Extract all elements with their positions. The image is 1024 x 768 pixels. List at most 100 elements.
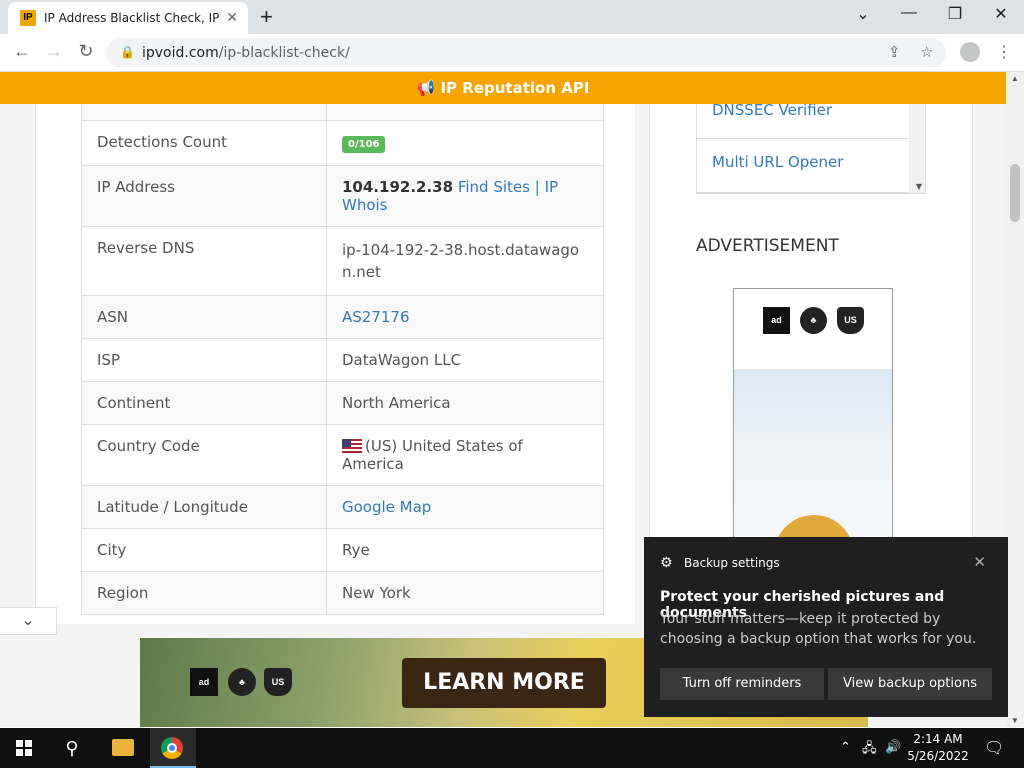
table-key: Latitude / Longitude [81,485,327,529]
table-row: ASN AS27176 [81,295,604,339]
tree-logo-icon: ♣ [228,668,256,696]
turn-off-reminders-button[interactable]: Turn off reminders [660,668,824,700]
window-close-icon[interactable]: ✕ [981,4,1021,24]
table-value: DataWagon LLC [326,338,604,382]
google-map-link[interactable]: Google Map [342,498,431,516]
chrome-icon[interactable] [161,737,183,759]
tool-multi-url-opener-link[interactable]: Multi URL Opener [697,139,925,193]
url-path: /ip-blacklist-check/ [218,45,350,61]
forest-service-logo-icon: US [837,307,864,334]
table-key: Region [81,571,327,615]
table-key: Reverse DNS [81,226,327,296]
table-key: ISP [81,338,327,382]
tab-title: IP Address Blacklist Check, IP DNSBL [44,11,224,25]
browser-menu-icon[interactable]: ⋮ [996,42,1012,62]
table-value: (US) United States of America [326,424,604,486]
tree-logo-icon: ♣ [800,307,827,334]
table-key: Continent [81,381,327,425]
detections-badge: 0/106 [342,136,386,153]
address-bar[interactable]: 🔒 ipvoid.com/ip-blacklist-check/ ⇪ ☆ [106,38,946,68]
advertisement-heading: ADVERTISEMENT [696,236,839,256]
table-row: Continent North America [81,381,604,425]
ad-council-logo-icon: ad [763,307,790,334]
url-domain: ipvoid.com [142,45,219,61]
ad-council-logo-icon: ad [190,668,218,696]
table-row: IP Address 104.192.2.38 Find Sites | IP … [81,165,604,227]
back-icon[interactable]: ← [10,41,34,62]
windows-start-icon[interactable] [16,740,32,756]
country-value: (US) United States of America [342,437,523,473]
table-key: ASN [81,295,327,339]
collapse-ad-chevron-icon[interactable]: ⌄ [0,607,57,635]
url-text[interactable]: ipvoid.com/ip-blacklist-check/ [142,45,350,61]
asn-link[interactable]: AS27176 [342,308,410,326]
file-explorer-icon[interactable] [112,739,134,756]
scrollbar-thumb[interactable] [1010,164,1020,222]
profile-avatar-icon[interactable] [960,42,980,62]
separator: | [534,178,540,196]
taskbar-clock[interactable]: 2:14 AM 5/26/2022 [905,731,971,765]
table-value: ip-104-192-2-38.host.datawagon.net [326,226,604,296]
table-value: New York [326,571,604,615]
backup-notification-toast: ⚙ Backup settings ✕ Protect your cherish… [644,537,1008,717]
toast-app-name: Backup settings [684,556,780,570]
tab-bar: IP IP Address Blacklist Check, IP DNSBL … [0,0,1024,34]
search-icon[interactable]: ⚲ [56,734,88,762]
ad-illustration [774,515,854,537]
table-value: Rye [326,528,604,572]
side-advertisement[interactable]: ad ♣ US [733,288,893,538]
minimize-icon[interactable]: — [889,4,929,22]
find-sites-link[interactable]: Find Sites [458,178,530,196]
us-flag-icon [342,439,362,453]
toast-body: Your stuff matters—keep it protected by … [660,611,977,647]
restore-icon[interactable]: ❐ [935,4,975,24]
table-key: Detections Count [81,120,327,166]
lock-icon[interactable]: 🔒 [120,45,135,59]
table-key: Country Code [81,424,327,486]
table-value: North America [326,381,604,425]
main-card: Detections Count 0/106 IP Address 104.19… [35,104,635,624]
volume-icon[interactable]: 🔊 [885,739,901,755]
reload-icon[interactable]: ↻ [74,41,98,62]
table-row: City Rye [81,528,604,572]
table-row: Country Code (US) United States of Ameri… [81,424,604,486]
page-scrollbar[interactable]: ▲ ▼ [1006,72,1024,727]
new-tab-icon[interactable]: + [260,4,273,30]
share-icon[interactable]: ⇪ [888,43,901,61]
action-center-icon[interactable]: 🗨 [984,738,1004,758]
clock-time: 2:14 AM [913,732,963,746]
forward-icon[interactable]: → [42,41,66,62]
network-icon[interactable]: 🖧 [862,739,877,761]
browser-toolbar: ← → ↻ 🔒 ipvoid.com/ip-blacklist-check/ ⇪… [0,34,1024,72]
tab-close-icon[interactable]: ✕ [226,9,238,26]
tool-dnssec-verifier-link[interactable]: DNSSEC Verifier [697,104,925,139]
table-value [326,104,604,121]
view-backup-options-button[interactable]: View backup options [828,668,992,700]
table-value: 0/106 [326,120,604,166]
scroll-up-arrow-icon[interactable]: ▲ [1011,74,1019,83]
learn-more-button[interactable]: LEARN MORE [402,658,606,708]
browser-tab[interactable]: IP IP Address Blacklist Check, IP DNSBL … [8,2,248,34]
forest-service-logo-icon: US [264,668,292,696]
table-row: Latitude / Longitude Google Map [81,485,604,529]
table-value: Google Map [326,485,604,529]
bookmark-star-icon[interactable]: ☆ [920,43,933,61]
tools-scrollbar[interactable]: ▼ [909,104,925,193]
ip-reputation-api-banner[interactable]: 📢 IP Reputation API [0,72,1006,104]
clock-date: 5/26/2022 [907,749,969,763]
table-row: Region New York [81,571,604,615]
table-key: IP Address [81,165,327,227]
scroll-down-arrow-icon[interactable]: ▼ [916,182,922,191]
table-row-hidden [81,104,604,121]
tools-list[interactable]: DNSSEC Verifier Multi URL Opener ▼ [696,104,926,194]
ip-address-value: 104.192.2.38 [342,178,454,196]
scroll-down-arrow-icon[interactable]: ▼ [1011,716,1019,725]
tray-chevron-up-icon[interactable]: ⌃ [840,739,851,755]
table-value: AS27176 [326,295,604,339]
tab-search-icon[interactable]: ⌄ [843,4,883,24]
table-row: Reverse DNS ip-104-192-2-38.host.datawag… [81,226,604,296]
toast-close-icon[interactable]: ✕ [973,553,986,571]
ipvoid-favicon-icon: IP [20,10,36,26]
table-row: ISP DataWagon LLC [81,338,604,382]
gear-icon: ⚙ [660,555,673,571]
